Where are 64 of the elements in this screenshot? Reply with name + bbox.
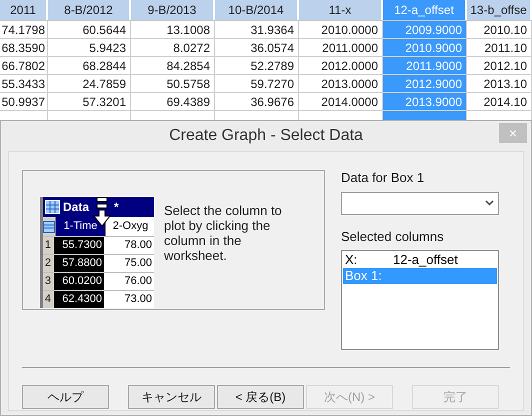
field-label: Selected columns — [341, 228, 445, 246]
table-cell: 2014.10 — [467, 93, 532, 110]
window-title: Create Graph - Select Data — [169, 126, 363, 146]
table-cell: 2010.9000 — [383, 39, 467, 56]
column-header[interactable]: 2011 — [0, 0, 48, 20]
table-cell: 57.3201 — [48, 93, 131, 110]
column-header[interactable]: 1-Time — [56, 217, 106, 236]
table-cell: 8.0272 — [131, 39, 215, 56]
field-label: Data for Box 1 — [341, 169, 426, 187]
table-cell: 55.7300 — [54, 237, 104, 254]
table-cell: 24.7859 — [48, 75, 131, 92]
table-cell: 2013.9000 — [383, 93, 467, 110]
table-cell: 2010.10 — [467, 21, 532, 38]
column-header[interactable]: 13-b_offse — [467, 0, 532, 20]
table-cell: 68.2844 — [48, 57, 131, 74]
table-cell: 36.0574 — [215, 39, 299, 56]
table-cell: 52.2789 — [215, 57, 299, 74]
modified-mark: * — [114, 199, 119, 216]
grid-icon — [45, 200, 60, 214]
table-cell: 2009.9000 — [383, 21, 467, 38]
column-header[interactable]: 2-Oxyg — [106, 217, 154, 236]
dialog-button[interactable]: キャンセル — [128, 385, 215, 409]
row-number: 2 — [43, 255, 54, 272]
table-cell: 69.4389 — [131, 93, 215, 110]
table-cell: 74.1798 — [0, 21, 48, 38]
grid-icon — [43, 220, 55, 232]
table-cell: 73.00 — [104, 291, 154, 308]
table-cell: 60.5644 — [48, 21, 131, 38]
row-number: 1 — [43, 237, 54, 254]
column-header[interactable]: 8-B/2012 — [48, 0, 131, 20]
worksheet-title: Data — [63, 199, 90, 216]
chevron-down-icon — [485, 200, 494, 206]
table-cell: 2011.10 — [467, 39, 532, 56]
table-cell: 2012.10 — [467, 57, 532, 74]
table-cell: 13.1008 — [131, 21, 215, 38]
dialog-button[interactable]: < 戻る(B) — [217, 385, 304, 409]
data-dropdown[interactable] — [341, 192, 499, 214]
table-cell: 66.7802 — [0, 57, 48, 74]
table-cell: 57.8800 — [54, 255, 104, 272]
row-number: 3 — [43, 273, 54, 290]
table-cell: 68.3590 — [0, 39, 48, 56]
table-cell: 2011.9000 — [383, 57, 467, 74]
column-header[interactable]: 9-B/2013 — [131, 0, 215, 20]
table-cell: 59.7270 — [215, 75, 299, 92]
table-cell: 50.5758 — [131, 75, 215, 92]
column-header[interactable]: 10-B/2014 — [215, 0, 299, 20]
table-cell: 60.0200 — [54, 273, 104, 290]
table-cell: 78.00 — [104, 237, 154, 254]
table-cell: 2013.10 — [467, 75, 532, 92]
table-cell: 62.4300 — [54, 291, 104, 308]
table-cell: 50.9937 — [0, 93, 48, 110]
column-header[interactable]: 11-x — [299, 0, 383, 20]
table-cell: 76.00 — [104, 273, 154, 290]
dialog-button[interactable]: ヘルプ — [22, 385, 109, 409]
table-cell: 36.9676 — [215, 93, 299, 110]
list-item[interactable]: X: 12-a_offset — [343, 252, 497, 268]
table-cell: 55.3433 — [0, 75, 48, 92]
table-cell: 31.9364 — [215, 21, 299, 38]
table-cell: 5.9423 — [48, 39, 131, 56]
table-cell: 75.00 — [104, 255, 154, 272]
row-number: 4 — [43, 291, 54, 308]
table-cell: 84.2854 — [131, 57, 215, 74]
table-cell: 2012.9000 — [383, 75, 467, 92]
instruction-text: Select the column to plot by clicking the column in the worksheet. — [164, 203, 283, 263]
